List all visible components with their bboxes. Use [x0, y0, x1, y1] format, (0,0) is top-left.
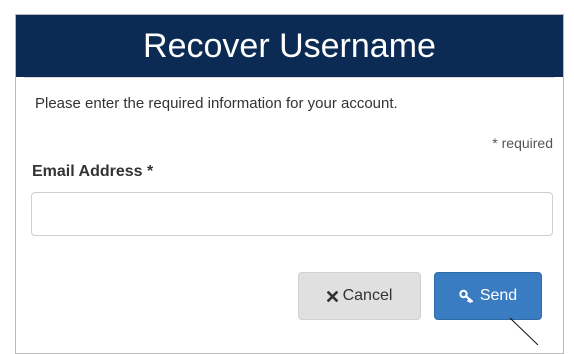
key-icon — [459, 289, 475, 303]
cancel-button[interactable]: Cancel — [298, 272, 421, 320]
recover-username-dialog: Recover Username Please enter the requir… — [15, 14, 564, 354]
required-note: * required — [492, 135, 553, 151]
header-divider — [24, 77, 555, 78]
close-icon — [326, 290, 338, 302]
send-button[interactable]: Send — [434, 272, 542, 320]
dialog-title: Recover Username — [16, 15, 563, 77]
email-label: Email Address * — [32, 163, 154, 180]
email-input[interactable] — [31, 192, 553, 236]
send-button-label: Send — [479, 287, 518, 304]
intro-text: Please enter the required information fo… — [35, 95, 398, 112]
cancel-button-label: Cancel — [342, 287, 393, 304]
